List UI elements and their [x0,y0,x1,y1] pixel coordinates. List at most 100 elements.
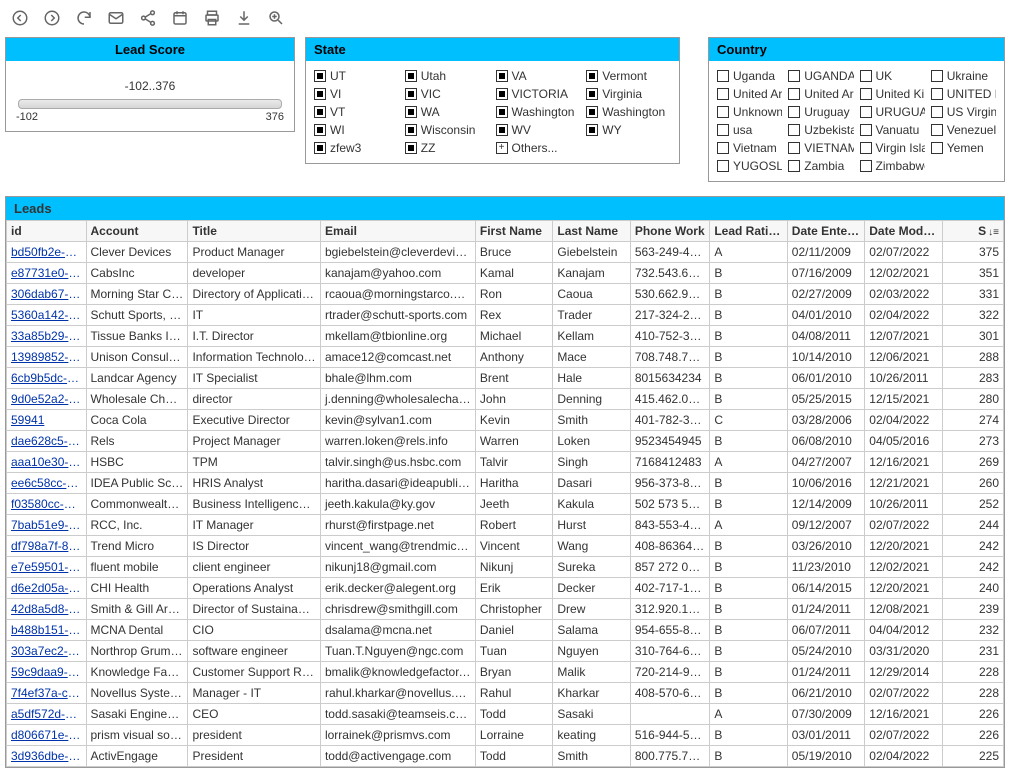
table-row[interactable]: 3d936dbe-b4c7ActivEngagePresidenttodd@ac… [7,746,1004,767]
checkbox-icon[interactable] [788,142,800,154]
table-row[interactable]: 306dab67-565bMorning Star CompanyDirecto… [7,284,1004,305]
table-row[interactable]: 6cb9b5dc-bf1aLandcar AgencyIT Specialist… [7,368,1004,389]
state-item[interactable]: ZZ [405,141,490,155]
country-item[interactable]: UK [860,69,925,83]
checkbox-icon[interactable] [788,160,800,172]
checkbox-icon[interactable] [405,142,417,154]
state-item[interactable]: Washington [586,105,671,119]
calendar-icon[interactable] [171,9,189,27]
col-title[interactable]: Title [188,221,321,242]
table-row[interactable]: 9d0e52a2-7292Wholesale Changedirectorj.d… [7,389,1004,410]
country-item[interactable]: Vietnam [717,141,782,155]
table-row[interactable]: 303a7ec2-b0d2Northrop Grummansoftware en… [7,641,1004,662]
checkbox-icon[interactable] [931,70,943,82]
checkbox-icon[interactable] [788,70,800,82]
country-item[interactable]: Zimbabwe [860,159,925,173]
country-item[interactable]: Yemen [931,141,996,155]
table-row[interactable]: 59c9daa9-7946Knowledge FactorCustomer Su… [7,662,1004,683]
back-icon[interactable] [11,9,29,27]
checkbox-icon[interactable] [405,124,417,136]
cell-id[interactable]: df798a7f-8a67- [7,536,87,557]
cell-id[interactable]: d806671e-445c [7,725,87,746]
plus-icon[interactable]: + [496,142,508,154]
country-item[interactable]: Unknown [717,105,782,119]
checkbox-icon[interactable] [586,70,598,82]
checkbox-icon[interactable] [931,106,943,118]
share-icon[interactable] [139,9,157,27]
country-item[interactable]: YUGOSLAVIA [717,159,782,173]
state-item[interactable]: Wisconsin [405,123,490,137]
cell-id[interactable]: 6cb9b5dc-bf1a [7,368,87,389]
table-row[interactable]: f03580cc-3a36-Commonwealth of KBusiness … [7,494,1004,515]
state-item[interactable]: VICTORIA [496,87,581,101]
state-item[interactable]: Washington [496,105,581,119]
state-item[interactable]: Virginia [586,87,671,101]
checkbox-icon[interactable] [405,88,417,100]
cell-id[interactable]: 3d936dbe-b4c7 [7,746,87,767]
checkbox-icon[interactable] [788,106,800,118]
cell-id[interactable]: 59c9daa9-7946 [7,662,87,683]
cell-id[interactable]: bd50fb2e-770f- [7,242,87,263]
checkbox-icon[interactable] [931,142,943,154]
cell-id[interactable]: b488b151-f9f7- [7,620,87,641]
state-item[interactable]: VT [314,105,399,119]
state-item[interactable]: zfew3 [314,141,399,155]
col-id[interactable]: id [7,221,87,242]
checkbox-icon[interactable] [860,88,872,100]
checkbox-icon[interactable] [496,124,508,136]
checkbox-icon[interactable] [314,142,326,154]
country-item[interactable]: URUGUAY [860,105,925,119]
checkbox-icon[interactable] [860,106,872,118]
cell-id[interactable]: 7bab51e9-b297 [7,515,87,536]
checkbox-icon[interactable] [717,88,729,100]
country-item[interactable]: usa [717,123,782,137]
checkbox-icon[interactable] [860,142,872,154]
state-item[interactable]: WV [496,123,581,137]
country-item[interactable]: United Arab [788,87,853,101]
table-row[interactable]: e7e59501-4813fluent mobileclient enginee… [7,557,1004,578]
checkbox-icon[interactable] [788,124,800,136]
country-item[interactable]: Ukraine [931,69,996,83]
col-date-entered[interactable]: Date Entered [787,221,864,242]
cell-id[interactable]: 5360a142-8ef7 [7,305,87,326]
country-item[interactable]: Uzbekistan [788,123,853,137]
table-row[interactable]: 33a85b29-211cTissue Banks InternationalI… [7,326,1004,347]
country-item[interactable]: VIETNAM [788,141,853,155]
col-account[interactable]: Account [86,221,188,242]
cell-id[interactable]: dae628c5-c45b [7,431,87,452]
table-row[interactable]: ee6c58cc-8bd4IDEA Public SchoolsHRIS Ana… [7,473,1004,494]
state-item[interactable]: UT [314,69,399,83]
country-item[interactable]: United Kingdom [860,87,925,101]
col-date-modified[interactable]: Date Modified [865,221,942,242]
cell-id[interactable]: 306dab67-565b [7,284,87,305]
col-phone-work[interactable]: Phone Work [630,221,710,242]
cell-id[interactable]: ee6c58cc-8bd4 [7,473,87,494]
checkbox-icon[interactable] [860,124,872,136]
checkbox-icon[interactable] [586,106,598,118]
state-item[interactable]: VA [496,69,581,83]
checkbox-icon[interactable] [860,160,872,172]
state-item[interactable]: WA [405,105,490,119]
checkbox-icon[interactable] [405,106,417,118]
state-others[interactable]: +Others... [496,141,581,155]
cell-id[interactable]: e87731e0-c38a [7,263,87,284]
col-last-name[interactable]: Last Name [553,221,630,242]
state-item[interactable]: Utah [405,69,490,83]
checkbox-icon[interactable] [717,142,729,154]
country-item[interactable]: United Arab [717,87,782,101]
table-row[interactable]: d806671e-445cprism visual softwarepresid… [7,725,1004,746]
table-row[interactable]: 7bab51e9-b297RCC, Inc.IT Managerrhurst@f… [7,515,1004,536]
cell-id[interactable]: e7e59501-4813 [7,557,87,578]
col-first-name[interactable]: First Name [475,221,552,242]
checkbox-icon[interactable] [496,70,508,82]
country-item[interactable]: Vanuatu [860,123,925,137]
state-item[interactable]: WI [314,123,399,137]
checkbox-icon[interactable] [314,106,326,118]
leadscore-slider[interactable] [18,99,282,109]
table-row[interactable]: e87731e0-c38aCabsIncdeveloperkanajam@yah… [7,263,1004,284]
table-row[interactable]: 13989852-2924Unison ConsultingInformatio… [7,347,1004,368]
table-row[interactable]: 59941Coca ColaExecutive Directorkevin@sy… [7,410,1004,431]
country-item[interactable]: Venezuela [931,123,996,137]
cell-id[interactable]: aaa10e30-4628 [7,452,87,473]
refresh-icon[interactable] [75,9,93,27]
